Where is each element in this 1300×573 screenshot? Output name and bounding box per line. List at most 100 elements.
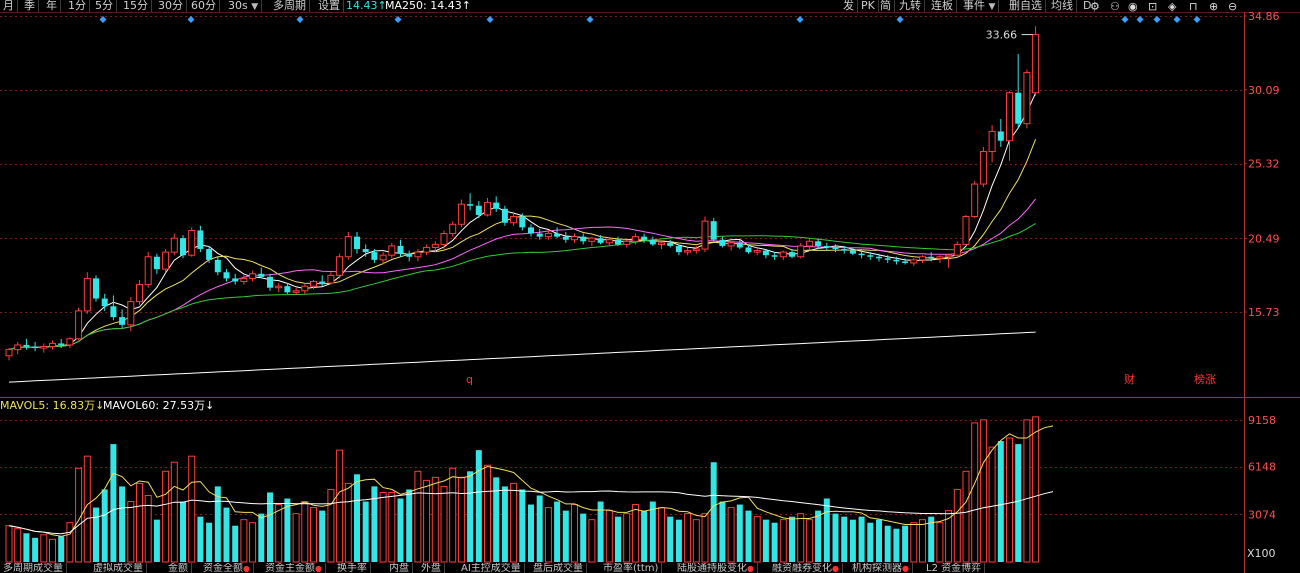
candle-body-up[interactable] [631,236,639,242]
volume-bar-down[interactable] [180,501,186,562]
volume-bar-up[interactable] [727,507,735,563]
volume-bar-down[interactable] [893,528,900,562]
candle-body-down[interactable] [267,276,273,288]
candle-body-down[interactable] [928,256,935,259]
volume-bar-down[interactable] [762,519,769,562]
indicator-tab[interactable]: 虚拟成交量 [90,563,147,573]
candle-body-down[interactable] [371,252,378,260]
volume-bar-up[interactable] [484,464,491,563]
candle-body-up[interactable] [301,285,309,292]
candle-body-up[interactable] [440,233,448,245]
period-60min[interactable]: 60分 [188,0,220,12]
candle-body-down[interactable] [615,239,621,245]
candle-body-down[interactable] [1015,92,1022,124]
volume-bar-down[interactable] [467,471,474,562]
volume-bar-up[interactable] [136,482,143,563]
candle-body-down[interactable] [841,249,848,251]
event-diamond-icon[interactable] [99,16,107,23]
candle-body-down[interactable] [223,272,230,279]
zoom-out-icon[interactable]: ⊖ [1228,1,1237,13]
candle-body-down[interactable] [597,238,604,243]
candle-body-down[interactable] [501,208,508,223]
zoom-in-icon[interactable]: ⊕ [1209,1,1218,13]
candle-body-down[interactable] [997,131,1004,141]
candle-body-down[interactable] [284,286,291,293]
volume-bar-up[interactable] [423,479,431,563]
volume-bar-up[interactable] [327,488,335,563]
volume-bar-down[interactable] [884,525,891,562]
volume-bar-down[interactable] [32,537,39,562]
candle-body-down[interactable] [867,255,874,257]
candle-body-up[interactable] [953,243,961,256]
volume-bar-up[interactable] [249,522,257,563]
candle-body-down[interactable] [554,233,561,237]
alarm-icon[interactable]: ◈ [1168,1,1176,13]
volume-bar-down[interactable] [93,507,99,562]
candle-body-up[interactable] [701,220,709,250]
volume-bar-down[interactable] [197,516,204,562]
candle-body-down[interactable] [580,236,587,242]
volume-bar-down[interactable] [876,519,882,562]
candle-body-down[interactable] [93,278,99,299]
volume-bar-up[interactable] [66,522,74,563]
volume-bar-up[interactable] [588,519,596,563]
volume-bar-down[interactable] [406,489,413,562]
volume-bar-down[interactable] [745,510,752,562]
volume-bar-down[interactable] [536,495,543,562]
volume-bar-up[interactable] [544,507,552,563]
candle-body-down[interactable] [232,278,239,282]
lock-icon[interactable]: ⊡ [1148,1,1157,13]
candle-body-down[interactable] [736,242,743,248]
candle-body-down[interactable] [710,221,717,240]
jiuzhuan-button[interactable]: 九转 [896,0,925,12]
volume-bar-up[interactable] [962,470,970,563]
candle-body-down[interactable] [745,247,752,253]
period-15min[interactable]: 15分 [120,0,152,12]
volume-bar-down[interactable] [354,474,360,562]
volume-bar-up[interactable] [414,470,422,563]
volume-bar-down[interactable] [206,522,213,562]
volume-bar-up[interactable] [301,501,309,563]
volume-bar-up[interactable] [805,519,813,563]
volume-bar-down[interactable] [858,516,865,562]
volume-bar-down[interactable] [562,510,569,562]
volume-bar-down[interactable] [284,498,291,562]
candle-body-up[interactable] [571,236,578,241]
candle-body-up[interactable] [49,342,56,348]
event-diamond-icon[interactable] [1193,16,1201,23]
volume-bar-up[interactable] [188,455,196,563]
volume-bar-up[interactable] [953,488,961,563]
candle-body-down[interactable] [762,250,769,256]
volume-bar-down[interactable] [232,525,239,562]
candle-body-up[interactable] [83,277,91,312]
volume-bar-down[interactable] [597,501,604,562]
candlesticks[interactable] [5,26,1040,361]
period-quarter[interactable]: 季 [21,0,39,12]
settings-button[interactable]: 设置 [315,0,344,12]
volume-bar-down[interactable] [214,486,221,562]
candle-body-up[interactable] [544,233,552,238]
event-diamond-icon[interactable] [187,16,195,23]
candle-body-up[interactable] [388,245,396,256]
candle-body-down[interactable] [206,249,213,260]
volume-bar-down[interactable] [1015,444,1022,562]
volume-bar-up[interactable] [344,482,352,563]
volume-bar-up[interactable] [971,422,979,563]
volume-bar-up[interactable] [310,507,317,563]
candle-body-up[interactable] [588,237,596,242]
candle-body-down[interactable] [153,256,160,270]
candle-body-down[interactable] [815,241,822,246]
people-icon[interactable]: ⚇ [1110,1,1120,13]
multi-period-button[interactable]: 多周期 [270,0,310,12]
candle-body-down[interactable] [771,255,778,257]
volume-bars[interactable] [5,416,1040,563]
volume-bar-up[interactable] [40,534,48,563]
candle-body-down[interactable] [58,343,65,345]
volume-bar-down[interactable] [710,462,717,562]
indicator-tab[interactable]: 金额 [165,563,192,573]
candle-body-up[interactable] [727,242,735,247]
candle-body-up[interactable] [431,243,439,248]
event-diamond-icon[interactable] [296,16,304,23]
volume-bar-up[interactable] [292,513,300,563]
candle-body-down[interactable] [667,242,674,246]
